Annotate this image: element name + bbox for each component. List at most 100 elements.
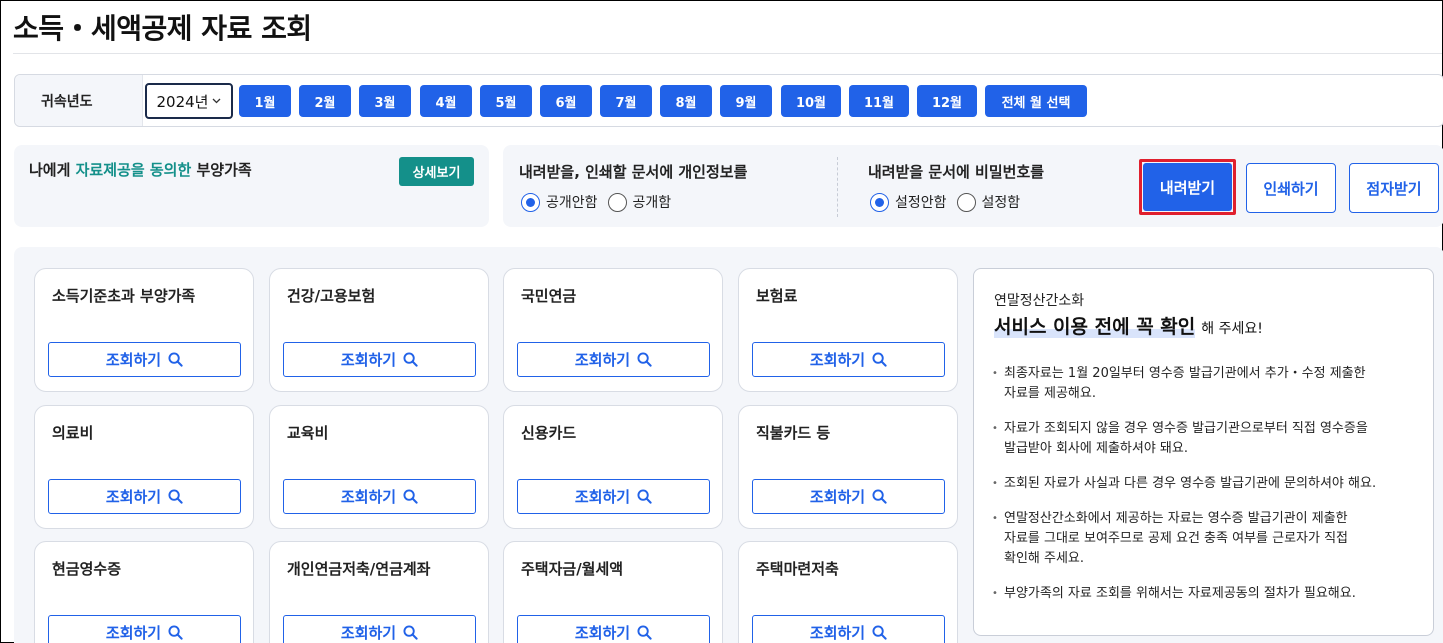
- chevron-down-icon: [212, 96, 221, 107]
- consent-prefix: 나에게: [29, 161, 76, 179]
- privacy-title: 내려받을, 인쇄할 문서에 개인정보를: [519, 163, 748, 181]
- query-label: 조회하기: [105, 624, 162, 642]
- all-months-button[interactable]: 전체 월 선택: [985, 85, 1087, 117]
- password-label-none: 설정안함: [895, 195, 947, 211]
- query-label: 조회하기: [809, 488, 866, 506]
- month-button-3[interactable]: 3월: [359, 85, 411, 117]
- search-icon: [872, 489, 887, 504]
- category-card: 직불카드 등 조회하기: [738, 405, 958, 529]
- query-label: 조회하기: [105, 351, 162, 369]
- title-divider: [13, 53, 1442, 54]
- notice-subtitle: 연말정산간소화: [994, 293, 1085, 309]
- query-label: 조회하기: [105, 488, 162, 506]
- search-icon: [403, 352, 418, 367]
- card-title: 현금영수증: [52, 560, 122, 578]
- category-card: 의료비 조회하기: [34, 405, 254, 529]
- query-button[interactable]: 조회하기: [283, 479, 476, 514]
- search-icon: [872, 625, 887, 640]
- year-select[interactable]: 2024년: [145, 83, 233, 119]
- query-button[interactable]: 조회하기: [752, 615, 945, 643]
- category-card: 교육비 조회하기: [269, 405, 489, 529]
- category-card: 신용카드 조회하기: [503, 405, 723, 529]
- notice-item: 조회된 자료가 사실과 다른 경우 영수증 발급기관에 문의하셔야 해요.: [992, 474, 1412, 494]
- privacy-radio-show[interactable]: [607, 192, 627, 212]
- query-button[interactable]: 조회하기: [283, 342, 476, 377]
- notice-headline: 서비스 이용 전에 꼭 확인 해 주세요!: [994, 312, 1263, 339]
- search-icon: [637, 625, 652, 640]
- notice-box: 연말정산간소화 서비스 이용 전에 꼭 확인 해 주세요! 최종자료는 1월 20…: [973, 268, 1434, 636]
- query-label: 조회하기: [809, 351, 866, 369]
- card-title: 직불카드 등: [756, 424, 831, 442]
- query-label: 조회하기: [340, 488, 397, 506]
- query-button[interactable]: 조회하기: [752, 479, 945, 514]
- password-label-set: 설정함: [981, 195, 1021, 211]
- category-card: 현금영수증 조회하기: [34, 541, 254, 643]
- password-radio-group: 설정안함 설정함: [870, 192, 1020, 212]
- search-icon: [872, 352, 887, 367]
- category-card: 국민연금 조회하기: [503, 268, 723, 392]
- notice-item: 최종자료는 1월 20일부터 영수증 발급기관에서 추가・수정 제출한 자료를 …: [992, 364, 1412, 404]
- notice-item: 자료가 조회되지 않을 경우 영수증 발급기관으로부터 직접 영수증을 발급받아…: [992, 419, 1412, 459]
- search-icon: [168, 489, 183, 504]
- month-button-12[interactable]: 12월: [917, 85, 977, 117]
- notice-item: 부양가족의 자료 조회를 위해서는 자료제공동의 절차가 필요해요.: [992, 584, 1412, 604]
- card-title: 의료비: [52, 424, 94, 442]
- query-label: 조회하기: [574, 351, 631, 369]
- card-title: 교육비: [287, 424, 329, 442]
- privacy-label-hide: 공개안함: [546, 195, 598, 211]
- search-icon: [168, 352, 183, 367]
- category-card: 주택자금/월세액 조회하기: [503, 541, 723, 643]
- month-button-10[interactable]: 10월: [781, 85, 841, 117]
- detail-button[interactable]: 상세보기: [399, 157, 474, 186]
- search-icon: [637, 352, 652, 367]
- query-button[interactable]: 조회하기: [48, 342, 241, 377]
- query-label: 조회하기: [809, 624, 866, 642]
- category-card: 소득기준초과 부양가족 조회하기: [34, 268, 254, 392]
- card-title: 건강/고용보험: [287, 287, 376, 305]
- query-button[interactable]: 조회하기: [48, 615, 241, 643]
- year-label: 귀속년도: [15, 75, 143, 126]
- search-icon: [637, 489, 652, 504]
- page-title: 소득・세액공제 자료 조회: [13, 12, 312, 45]
- notice-headline-main: 서비스 이용 전에 꼭 확인: [994, 316, 1196, 338]
- month-button-11[interactable]: 11월: [849, 85, 909, 117]
- query-button[interactable]: 조회하기: [283, 615, 476, 643]
- month-button-1[interactable]: 1월: [239, 85, 291, 117]
- query-button[interactable]: 조회하기: [517, 615, 710, 643]
- month-button-4[interactable]: 4월: [420, 85, 472, 117]
- options-divider: [837, 157, 838, 217]
- card-title: 신용카드: [521, 424, 577, 442]
- consent-text: 나에게 자료제공을 동의한 부양가족: [29, 159, 252, 180]
- password-radio-set[interactable]: [956, 192, 976, 212]
- card-title: 보험료: [756, 287, 798, 305]
- privacy-label-show: 공개함: [632, 195, 672, 211]
- query-label: 조회하기: [574, 488, 631, 506]
- search-icon: [403, 625, 418, 640]
- year-value: 2024년: [156, 92, 209, 111]
- braille-button[interactable]: 점자받기: [1349, 163, 1439, 213]
- query-button[interactable]: 조회하기: [517, 342, 710, 377]
- month-button-8[interactable]: 8월: [660, 85, 712, 117]
- search-icon: [168, 625, 183, 640]
- query-button[interactable]: 조회하기: [517, 479, 710, 514]
- password-radio-none[interactable]: [870, 192, 889, 212]
- notice-item: 연말정산간소화에서 제공하는 자료는 영수증 발급기관이 제출한 자료를 그대로…: [992, 509, 1412, 569]
- notice-headline-tail: 해 주세요!: [1201, 321, 1263, 337]
- month-button-5[interactable]: 5월: [480, 85, 532, 117]
- card-title: 주택마련저축: [756, 560, 839, 578]
- consent-highlight: 자료제공을 동의한: [75, 161, 192, 179]
- category-card: 개인연금저축/연금계좌 조회하기: [269, 541, 489, 643]
- privacy-radio-group: 공개안함 공개함: [521, 192, 671, 212]
- query-button[interactable]: 조회하기: [752, 342, 945, 377]
- query-button[interactable]: 조회하기: [48, 479, 241, 514]
- month-button-9[interactable]: 9월: [720, 85, 772, 117]
- month-button-6[interactable]: 6월: [540, 85, 592, 117]
- search-icon: [403, 489, 418, 504]
- month-button-7[interactable]: 7월: [600, 85, 652, 117]
- month-button-2[interactable]: 2월: [299, 85, 351, 117]
- privacy-radio-hide[interactable]: [521, 192, 540, 212]
- print-button[interactable]: 인쇄하기: [1246, 163, 1336, 213]
- download-button[interactable]: 내려받기: [1143, 163, 1232, 211]
- consent-suffix: 부양가족: [191, 161, 252, 179]
- card-title: 개인연금저축/연금계좌: [287, 560, 431, 578]
